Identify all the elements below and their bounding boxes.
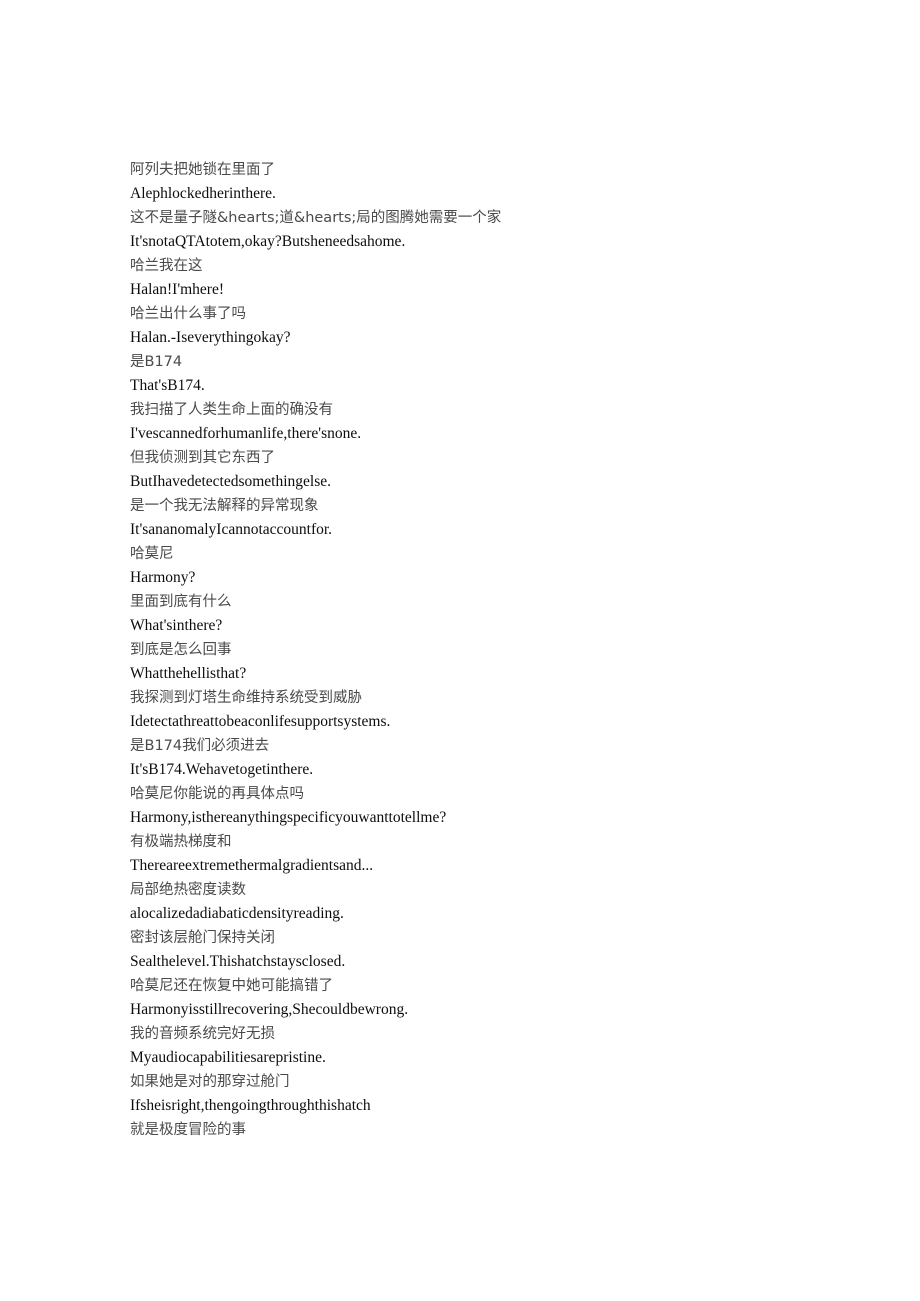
subtitle-line-source: 就是极度冒险的事 — [130, 1122, 246, 1138]
subtitle-line-source: 是一个我无法解释的异常现象 — [130, 498, 319, 514]
subtitle-line-translation: Halan.-Iseverythingokay? — [130, 329, 291, 346]
subtitle-line-translation: What'sinthere? — [130, 617, 223, 634]
subtitle-line-source: 是B174我们必须进去 — [130, 738, 270, 754]
subtitle-line-source: 里面到底有什么 — [130, 594, 232, 610]
subtitle-line-source: 是B174 — [130, 354, 183, 370]
subtitle-line-source: 我的音频系统完好无损 — [130, 1026, 275, 1042]
subtitle-line-translation: Idetectathreattobeaconlifesupportsystems… — [130, 713, 391, 730]
subtitle-line-source: 但我侦测到其它东西了 — [130, 450, 275, 466]
subtitle-line-translation: It'sananomalyIcannotaccountfor. — [130, 521, 333, 538]
subtitle-line-source: 哈莫尼 — [130, 546, 174, 562]
subtitle-line-translation: That'sB174. — [130, 377, 205, 394]
subtitle-transcript: 阿列夫把她锁在里面了 Alephlockedherinthere. 这不是量子隧&h… — [130, 158, 830, 1142]
subtitle-line-source: 有极端热梯度和 — [130, 834, 232, 850]
subtitle-line-source: 密封该层舱门保持关闭 — [130, 930, 275, 946]
subtitle-line-source: 哈兰我在这 — [130, 258, 203, 274]
subtitle-line-source: 哈兰出什么事了吗 — [130, 306, 246, 322]
subtitle-line-source: 我探测到灯塔生命维持系统受到威胁 — [130, 690, 362, 706]
subtitle-line-translation: Harmonyisstillrecovering,Shecouldbewrong… — [130, 1001, 409, 1018]
subtitle-line-translation: Thereareextremethermalgradientsand... — [130, 857, 374, 874]
subtitle-line-translation: Harmony? — [130, 569, 196, 586]
subtitle-line-source: 哈莫尼你能说的再具体点吗 — [130, 786, 304, 802]
document-page: 阿列夫把她锁在里面了 Alephlockedherinthere. 这不是量子隧&h… — [0, 0, 920, 1301]
subtitle-line-source: 哈莫尼还在恢复中她可能搞错了 — [130, 978, 333, 994]
subtitle-line-translation: I'vescannedforhumanlife,there'snone. — [130, 425, 362, 442]
subtitle-line-translation: Harmony,isthereanythingspecificyouwantto… — [130, 809, 447, 826]
subtitle-line-translation: Halan!I'mhere! — [130, 281, 225, 298]
subtitle-line-translation: Alephlockedherinthere. — [130, 185, 276, 202]
subtitle-line-translation: ButIhavedetectedsomethingelse. — [130, 473, 332, 490]
subtitle-line-translation: Sealthelevel.Thishatchstaysclosed. — [130, 953, 346, 970]
subtitle-line-translation: alocalizedadiabaticdensityreading. — [130, 905, 344, 922]
subtitle-line-source: 到底是怎么回事 — [130, 642, 232, 658]
subtitle-line-translation: Ifsheisright,thengoingthroughthishatch — [130, 1097, 371, 1114]
subtitle-line-translation: Myaudiocapabilitiesarepristine. — [130, 1049, 326, 1066]
subtitle-line-translation: It'sB174.Wehavetogetinthere. — [130, 761, 314, 778]
subtitle-line-translation: It'snotaQTAtotem,okay?Butsheneedsahome. — [130, 233, 406, 250]
subtitle-line-source: 局部绝热密度读数 — [130, 882, 246, 898]
subtitle-line-translation: Whatthehellisthat? — [130, 665, 247, 682]
subtitle-line-source: 我扫描了人类生命上面的确没有 — [130, 402, 333, 418]
subtitle-line-source: 阿列夫把她锁在里面了 — [130, 162, 275, 178]
subtitle-line-source: 这不是量子隧&hearts;道&hearts;局的图腾她需要一个家 — [130, 210, 502, 226]
subtitle-line-source: 如果她是对的那穿过舱门 — [130, 1074, 290, 1090]
